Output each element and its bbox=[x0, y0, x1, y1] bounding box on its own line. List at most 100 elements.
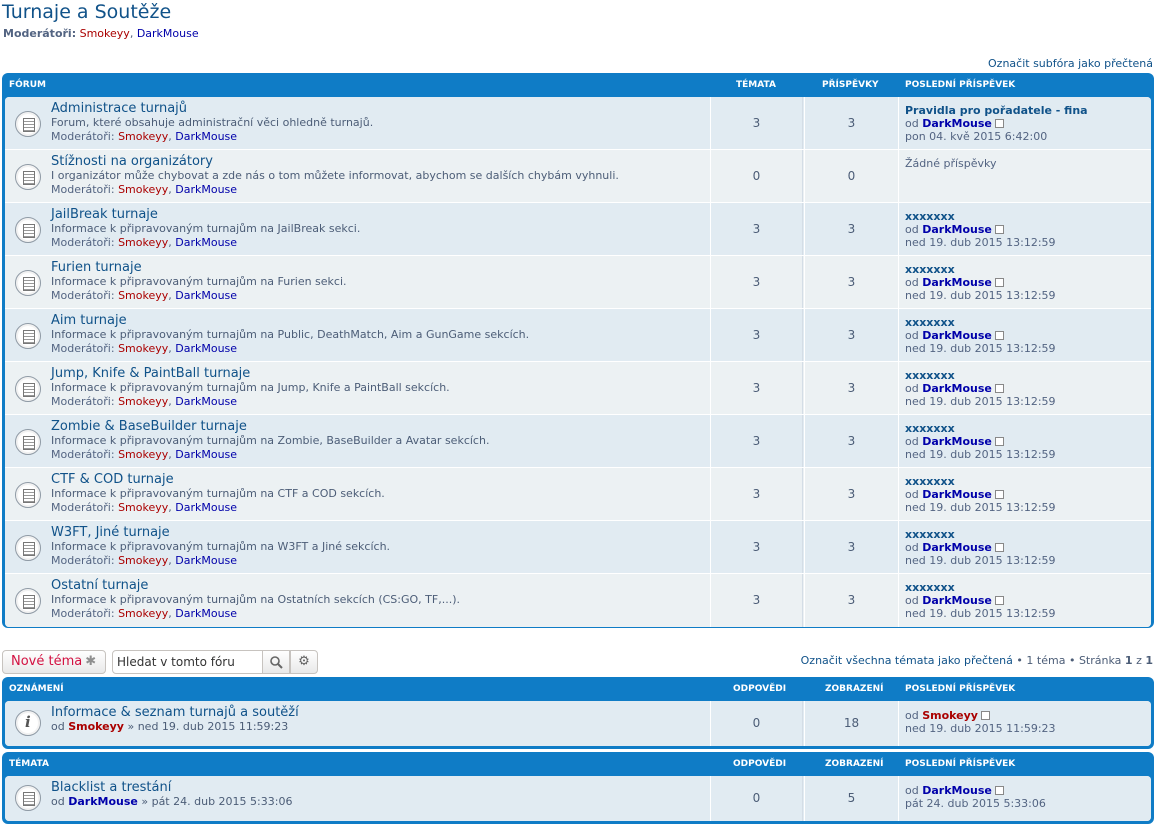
moderator-link[interactable]: Smokeyy bbox=[118, 554, 168, 567]
last-post-author-link[interactable]: DarkMouse bbox=[922, 382, 992, 395]
moderator-link[interactable]: DarkMouse bbox=[175, 607, 237, 620]
view-latest-post-icon[interactable] bbox=[994, 119, 1004, 128]
topic-title-link[interactable]: Informace & seznam turnajů a soutěží bbox=[51, 705, 299, 720]
moderator-link[interactable]: Smokeyy bbox=[118, 183, 168, 196]
mark-topics-read-link[interactable]: Označit všechna témata jako přečtená bbox=[801, 654, 1013, 667]
last-post-cell: xxxxxxx od DarkMouse ned 19. dub 2015 13:1… bbox=[898, 574, 1056, 627]
view-latest-post-icon[interactable] bbox=[994, 596, 1004, 605]
forum-title-link[interactable]: JailBreak turnaje bbox=[51, 207, 360, 222]
current-page: 1 bbox=[1124, 654, 1133, 667]
last-post-author-link[interactable]: DarkMouse bbox=[922, 541, 992, 554]
view-latest-post-icon[interactable] bbox=[994, 437, 1004, 446]
last-post-author-link[interactable]: DarkMouse bbox=[922, 594, 992, 607]
last-post-title-link[interactable]: xxxxxxx bbox=[905, 316, 955, 329]
topics-count: 3 bbox=[710, 468, 803, 520]
last-post-title-link[interactable]: xxxxxxx bbox=[905, 263, 955, 276]
forum-title-link[interactable]: Jump, Knife & PaintBall turnaje bbox=[51, 366, 450, 381]
moderator-link[interactable]: Smokeyy bbox=[118, 342, 168, 355]
page-title[interactable]: Turnaje a Soutěže bbox=[2, 1, 171, 23]
last-post-author-link[interactable]: DarkMouse bbox=[922, 117, 992, 130]
moderator-link[interactable]: DarkMouse bbox=[175, 501, 237, 514]
replies-count: 0 bbox=[710, 776, 803, 821]
forum-title-link[interactable]: Ostatní turnaje bbox=[51, 578, 460, 593]
moderator-link[interactable]: Smokeyy bbox=[118, 448, 168, 461]
last-post-author-link[interactable]: DarkMouse bbox=[922, 435, 992, 448]
view-latest-post-icon[interactable] bbox=[994, 786, 1004, 795]
moderator-link[interactable]: Smokeyy bbox=[118, 130, 168, 143]
search-button[interactable] bbox=[262, 650, 290, 674]
last-post-author-link[interactable]: DarkMouse bbox=[922, 329, 992, 342]
forum-moderators: Moderátoři: Smokeyy, DarkMouse bbox=[51, 236, 238, 249]
forum-description: Forum, které obsahuje administrační věci… bbox=[51, 116, 374, 129]
announcements-table: Oznámení Odpovědi Zobrazení Poslední pří… bbox=[2, 677, 1154, 749]
forum-title-link[interactable]: Zombie & BaseBuilder turnaje bbox=[51, 419, 489, 434]
last-post-title-link[interactable]: xxxxxxx bbox=[905, 581, 955, 594]
moderator-link[interactable]: Smokeyy bbox=[118, 501, 168, 514]
moderator-link[interactable]: DarkMouse bbox=[175, 289, 237, 302]
last-post-author-link[interactable]: DarkMouse bbox=[922, 223, 992, 236]
last-post-title-link[interactable]: xxxxxxx bbox=[905, 475, 955, 488]
views-count: 5 bbox=[804, 776, 898, 821]
by-label: od bbox=[905, 594, 919, 607]
last-post-title-link[interactable]: xxxxxxx bbox=[905, 422, 955, 435]
forum-description: Informace k připravovaným turnajům na Fu… bbox=[51, 275, 347, 288]
col-last-post: Poslední příspěvek bbox=[905, 684, 1016, 694]
last-post-author-link[interactable]: Smokeyy bbox=[922, 709, 978, 722]
moderator-link[interactable]: DarkMouse bbox=[175, 342, 237, 355]
last-post-author-link[interactable]: DarkMouse bbox=[922, 784, 992, 797]
view-latest-post-icon[interactable] bbox=[994, 278, 1004, 287]
topic-row: i Informace & seznam turnajů a soutěží od … bbox=[5, 701, 1151, 746]
col-views: Zobrazení bbox=[825, 759, 884, 769]
forum-title-link[interactable]: W3FT, Jiné turnaje bbox=[51, 525, 390, 540]
forum-title-link[interactable]: Stížnosti na organizátory bbox=[51, 154, 619, 169]
views-count: 18 bbox=[804, 701, 898, 746]
moderator-link[interactable]: DarkMouse bbox=[175, 130, 237, 143]
view-latest-post-icon[interactable] bbox=[994, 384, 1004, 393]
moderator-link[interactable]: Smokeyy bbox=[118, 607, 168, 620]
view-latest-post-icon[interactable] bbox=[980, 711, 990, 720]
advanced-search-button[interactable]: ⚙ bbox=[290, 650, 318, 674]
search-forum-input[interactable]: Hledat v tomto fóru bbox=[112, 650, 263, 674]
last-post-title-link[interactable]: xxxxxxx bbox=[905, 210, 955, 223]
forum-info: Administrace turnajů Forum, které obsahuj… bbox=[51, 101, 373, 143]
view-latest-post-icon[interactable] bbox=[994, 331, 1004, 340]
moderator-link[interactable]: Smokeyy bbox=[118, 236, 168, 249]
no-posts-text: Žádné příspěvky bbox=[905, 157, 997, 170]
moderator-link[interactable]: DarkMouse bbox=[175, 183, 237, 196]
last-post-title-link[interactable]: xxxxxxx bbox=[905, 369, 955, 382]
forum-read-icon bbox=[15, 429, 41, 455]
last-post-author-link[interactable]: DarkMouse bbox=[922, 488, 992, 501]
moderators-label: Moderátoři: bbox=[51, 607, 115, 620]
forum-title-link[interactable]: CTF & COD turnaje bbox=[51, 472, 385, 487]
view-latest-post-icon[interactable] bbox=[994, 225, 1004, 234]
topics-count: 3 bbox=[710, 97, 803, 149]
moderator-link[interactable]: DarkMouse bbox=[137, 27, 199, 40]
moderator-link[interactable]: Smokeyy bbox=[118, 395, 168, 408]
last-post-date: ned 19. dub 2015 13:12:59 bbox=[905, 236, 1056, 249]
last-post-author-link[interactable]: DarkMouse bbox=[922, 276, 992, 289]
topic-author-link[interactable]: DarkMouse bbox=[68, 795, 138, 808]
topic-author-link[interactable]: Smokeyy bbox=[68, 720, 124, 733]
col-forum: Fórum bbox=[9, 80, 46, 90]
forum-title-link[interactable]: Aim turnaje bbox=[51, 313, 529, 328]
moderators-label: Moderátoři: bbox=[51, 289, 115, 302]
moderator-link[interactable]: DarkMouse bbox=[175, 554, 237, 567]
forum-title-link[interactable]: Administrace turnajů bbox=[51, 101, 373, 116]
moderator-link[interactable]: DarkMouse bbox=[175, 395, 237, 408]
moderator-link[interactable]: DarkMouse bbox=[175, 236, 237, 249]
forum-list: Administrace turnajů Forum, které obsahuj… bbox=[5, 97, 1151, 627]
moderator-link[interactable]: Smokeyy bbox=[118, 289, 168, 302]
moderator-link[interactable]: DarkMouse bbox=[175, 448, 237, 461]
last-post-cell: xxxxxxx od DarkMouse ned 19. dub 2015 13:1… bbox=[898, 362, 1056, 414]
last-post-date: ned 19. dub 2015 13:12:59 bbox=[905, 607, 1056, 620]
forum-title-link[interactable]: Furien turnaje bbox=[51, 260, 347, 275]
moderator-link[interactable]: Smokeyy bbox=[80, 27, 130, 40]
last-post-title-link[interactable]: Pravidla pro pořadatele - fina bbox=[905, 104, 1088, 117]
topic-title-link[interactable]: Blacklist a trestání bbox=[51, 780, 292, 795]
view-latest-post-icon[interactable] bbox=[994, 490, 1004, 499]
last-post-title-link[interactable]: xxxxxxx bbox=[905, 528, 955, 541]
view-latest-post-icon[interactable] bbox=[994, 543, 1004, 552]
posts-count: 3 bbox=[804, 468, 898, 520]
new-topic-button[interactable]: Nové téma ✱ bbox=[2, 650, 106, 674]
mark-subforums-read-link[interactable]: Označit subfóra jako přečtená bbox=[988, 57, 1153, 70]
